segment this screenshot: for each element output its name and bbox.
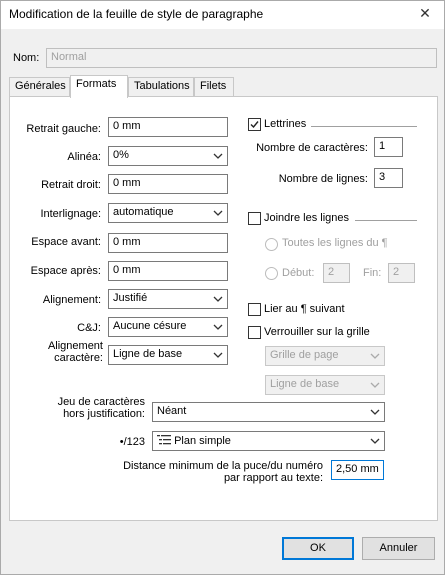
tab-label: Tabulations bbox=[134, 80, 190, 92]
nb-lignes-field[interactable]: 3 bbox=[374, 168, 403, 188]
dialog-window: Modification de la feuille de style de p… bbox=[0, 0, 445, 575]
alignement-caractere-label-1: Alignement bbox=[47, 340, 103, 352]
chevron-down-icon bbox=[213, 324, 223, 330]
tab-bar: Générales Formats Tabulations Filets bbox=[9, 75, 437, 98]
tab-filets[interactable]: Filets bbox=[194, 77, 234, 97]
joindre-lignes-label[interactable]: Joindre les lignes bbox=[264, 212, 349, 224]
puce-combo[interactable]: Plan simple bbox=[152, 431, 385, 451]
alignement-value: Justifié bbox=[113, 292, 148, 304]
grille-combo[interactable]: Grille de page bbox=[265, 346, 385, 366]
debut-field[interactable]: 2 bbox=[323, 263, 350, 283]
jeu-label-1: Jeu de caractères bbox=[57, 396, 145, 408]
retrait-droit-label: Retrait droit: bbox=[41, 179, 101, 191]
name-field[interactable]: Normal bbox=[46, 48, 437, 68]
puce-label: •/123 bbox=[119, 436, 145, 448]
interlignage-label: Interlignage: bbox=[40, 208, 101, 220]
grille-value: Grille de page bbox=[270, 349, 339, 361]
distance-field[interactable]: 2,50 mm bbox=[331, 460, 384, 480]
alignement-caractere-combo[interactable]: Ligne de base bbox=[108, 345, 228, 365]
ligne-base-combo[interactable]: Ligne de base bbox=[265, 375, 385, 395]
toutes-lignes-label: Toutes les lignes du ¶ bbox=[282, 237, 388, 249]
distance-label-2: par rapport au texte: bbox=[223, 472, 323, 484]
distance-label-1: Distance minimum de la puce/du numéro bbox=[123, 460, 323, 472]
tab-label: Filets bbox=[200, 80, 227, 92]
debut-radio[interactable] bbox=[265, 267, 278, 280]
espace-avant-label: Espace avant: bbox=[31, 236, 101, 248]
lier-checkbox[interactable] bbox=[248, 303, 261, 316]
puce-value: Plan simple bbox=[174, 435, 231, 447]
retrait-gauche-field[interactable]: 0 mm bbox=[108, 117, 228, 137]
nb-caracteres-label: Nombre de caractères: bbox=[256, 142, 368, 154]
fin-label: Fin: bbox=[363, 267, 382, 279]
chevron-down-icon bbox=[213, 352, 223, 358]
nb-caracteres-field[interactable]: 1 bbox=[374, 137, 403, 157]
lettrines-checkbox[interactable] bbox=[248, 118, 261, 131]
verrouiller-checkbox[interactable] bbox=[248, 326, 261, 339]
alinea-label: Alinéa: bbox=[67, 151, 101, 163]
alinea-value: 0% bbox=[113, 149, 129, 161]
lettrines-label[interactable]: Lettrines bbox=[264, 118, 306, 130]
nb-lignes-label: Nombre de lignes: bbox=[278, 173, 368, 185]
ligne-base-value: Ligne de base bbox=[270, 378, 340, 390]
interlignage-combo[interactable]: automatique bbox=[108, 203, 228, 223]
alinea-combo[interactable]: 0% bbox=[108, 146, 228, 166]
toutes-lignes-radio[interactable] bbox=[265, 238, 278, 251]
alignement-label: Alignement: bbox=[42, 294, 101, 306]
espace-apres-label: Espace après: bbox=[30, 265, 101, 277]
jeu-value: Néant bbox=[157, 405, 187, 417]
fin-field[interactable]: 2 bbox=[388, 263, 415, 283]
retrait-droit-field[interactable]: 0 mm bbox=[108, 174, 228, 194]
cj-combo[interactable]: Aucune césure bbox=[108, 317, 228, 337]
joindre-lignes-checkbox[interactable] bbox=[248, 212, 261, 225]
tab-tabulations[interactable]: Tabulations bbox=[128, 77, 194, 97]
checkmark-icon bbox=[250, 121, 259, 129]
chevron-down-icon bbox=[213, 153, 223, 159]
cj-value: Aucune césure bbox=[113, 320, 187, 332]
chevron-down-icon bbox=[370, 409, 380, 415]
interlignage-value: automatique bbox=[113, 206, 174, 218]
alignement-caractere-label-2: caractère: bbox=[54, 352, 103, 364]
joindre-separator bbox=[355, 220, 417, 221]
jeu-combo[interactable]: Néant bbox=[152, 402, 385, 422]
outline-list-icon bbox=[157, 435, 171, 445]
espace-apres-field[interactable]: 0 mm bbox=[108, 261, 228, 281]
chevron-down-icon bbox=[370, 382, 380, 388]
tab-label: Formats bbox=[76, 78, 117, 90]
tab-label: Générales bbox=[15, 80, 66, 92]
cancel-button[interactable]: Annuler bbox=[362, 537, 435, 560]
alignement-combo[interactable]: Justifié bbox=[108, 289, 228, 309]
jeu-label-2: hors justification: bbox=[63, 408, 145, 420]
tab-formats[interactable]: Formats bbox=[70, 75, 128, 98]
window-title: Modification de la feuille de style de p… bbox=[9, 7, 264, 21]
espace-avant-field[interactable]: 0 mm bbox=[108, 233, 228, 253]
ok-button[interactable]: OK bbox=[282, 537, 354, 560]
chevron-down-icon bbox=[370, 438, 380, 444]
chevron-down-icon bbox=[213, 296, 223, 302]
verrouiller-label[interactable]: Verrouiller sur la grille bbox=[264, 326, 370, 338]
lier-label[interactable]: Lier au ¶ suivant bbox=[264, 303, 345, 315]
close-icon[interactable]: ✕ bbox=[416, 5, 434, 22]
lettrines-separator bbox=[311, 126, 417, 127]
title-bar: Modification de la feuille de style de p… bbox=[1, 1, 444, 29]
alignement-caractere-value: Ligne de base bbox=[113, 348, 183, 360]
debut-label: Début: bbox=[282, 267, 315, 279]
retrait-gauche-label: Retrait gauche: bbox=[26, 123, 101, 135]
chevron-down-icon bbox=[370, 353, 380, 359]
tab-generales[interactable]: Générales bbox=[9, 77, 70, 97]
cj-label: C&J: bbox=[77, 322, 101, 334]
chevron-down-icon bbox=[213, 210, 223, 216]
name-label: Nom: bbox=[13, 52, 40, 64]
